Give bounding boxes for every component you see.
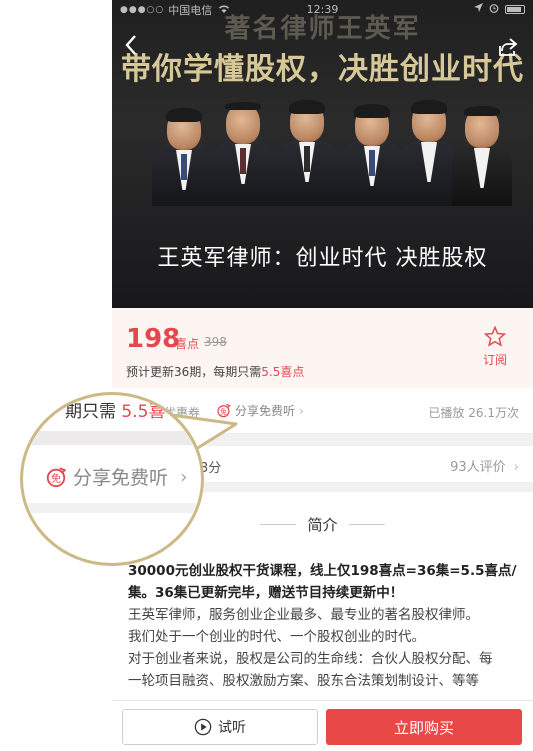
update-info-text: 预计更新36期，每期只需 <box>126 365 262 379</box>
back-button[interactable] <box>124 34 148 58</box>
magnified-share-label: 分享免费听 <box>73 467 169 489</box>
trial-listen-button[interactable]: 试听 <box>122 709 318 745</box>
chevron-left-icon <box>125 35 136 55</box>
divider-line <box>260 524 296 525</box>
price-section: 198 喜点 398 预计更新36期，每期只需5.5喜点 订阅 <box>112 308 533 388</box>
play-icon <box>194 718 212 736</box>
share-free-icon: 免 <box>217 403 231 418</box>
banner-top-title: 著名律师王英军 <box>224 14 421 44</box>
svg-text:免: 免 <box>220 407 227 416</box>
star-icon <box>484 326 506 347</box>
magnified-period-prefix: 期只需 <box>65 402 116 422</box>
bottom-action-bar: 试听 立即购买 <box>112 700 533 751</box>
lawyer-figure <box>338 104 406 206</box>
magnified-period-price: 期只需 5.5喜 <box>65 397 165 422</box>
course-banner: ●●●○○ 中国电信 12:39 著名律师王英军 带你学懂股权，决胜创业时代 王… <box>112 0 533 308</box>
buy-now-button[interactable]: 立即购买 <box>326 709 522 745</box>
share-free-listen-button[interactable]: 免 分享免费听 › <box>216 402 304 419</box>
intro-paragraph: 对于创业者来说，股权是公司的生命线：合伙人股权分配、每 <box>128 651 493 667</box>
intro-highlight: 30000元创业股权干货课程，线上仅198喜点=36集=5.5喜点/集。36集已… <box>128 563 517 601</box>
magnified-period-value: 5.5 <box>121 402 149 422</box>
review-count[interactable]: 93人评价 › <box>450 456 519 475</box>
chevron-right-icon: › <box>513 460 519 475</box>
update-info-price: 5.5喜点 <box>261 365 305 379</box>
divider-line <box>349 524 385 525</box>
intro-paragraph: 我们处于一个创业的时代、一个股权创业的时代。 <box>128 629 425 645</box>
share-free-icon: 免 <box>46 466 67 487</box>
lawyer-figure <box>452 106 512 206</box>
update-info: 预计更新36期，每期只需5.5喜点 <box>126 363 304 380</box>
banner-title: 带你学懂股权，决胜创业时代 <box>121 52 524 87</box>
share-free-label: 分享免费听 <box>235 404 296 418</box>
review-count-label: 93人评价 <box>450 460 506 475</box>
phone-screen: ●●●○○ 中国电信 12:39 著名律师王英军 带你学懂股权，决胜创业时代 王… <box>112 0 533 751</box>
lawyer-figure <box>398 100 460 206</box>
share-icon <box>499 38 518 56</box>
lawyer-figure <box>152 108 216 206</box>
price-unit: 喜点 <box>175 337 200 351</box>
buy-now-label: 立即购买 <box>393 718 454 737</box>
current-price: 198 <box>126 324 181 354</box>
intro-body: 30000元创业股权干货课程，线上仅198喜点=36集=5.5喜点/集。36集已… <box>128 560 520 692</box>
intro-paragraph: 一轮项目融资、股权激励方案、股东合法策划制设计、等等 <box>128 673 479 689</box>
lawyer-figure <box>210 102 276 206</box>
banner-subtitle: 王英军律师：创业时代 决胜股权 <box>157 246 488 271</box>
lawyer-group-photo <box>152 96 512 206</box>
original-price: 398 <box>204 335 227 349</box>
subscribe-button[interactable]: 订阅 <box>475 326 515 368</box>
magnifier-callout: 期只需 5.5喜 免 分享免费听 › <box>20 392 204 566</box>
trial-listen-label: 试听 <box>218 720 246 736</box>
magnified-period-unit: 喜 <box>148 402 166 422</box>
play-count: 已播放 26.1万次 <box>428 406 519 420</box>
intro-paragraph: 王英军律师，服务创业企业最多、最专业的著名股权律师。 <box>128 607 479 623</box>
lawyer-figure <box>272 100 342 206</box>
magnified-share-free-button: 免 分享免费听 › <box>45 463 188 490</box>
share-button[interactable] <box>497 36 519 58</box>
chevron-right-icon: › <box>299 403 304 418</box>
intro-title: 简介 <box>307 516 338 534</box>
svg-text:免: 免 <box>51 472 61 485</box>
magnified-divider <box>23 431 201 445</box>
subscribe-label: 订阅 <box>482 353 507 367</box>
magnified-divider <box>23 503 201 513</box>
chevron-right-icon: › <box>180 465 188 488</box>
